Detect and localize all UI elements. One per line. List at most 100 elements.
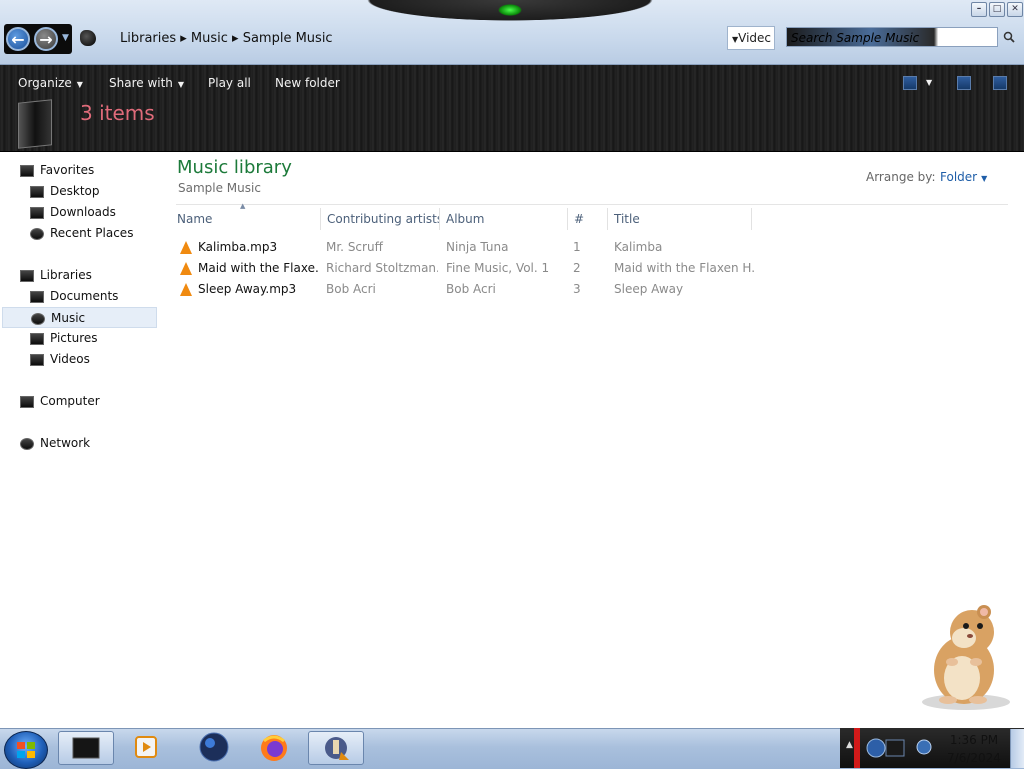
media-player-icon [135, 736, 157, 758]
organize-button[interactable]: Organize ▼ [18, 73, 83, 93]
network-icon [20, 437, 34, 450]
back-button[interactable]: ← [6, 27, 30, 51]
column-header-artists[interactable]: Contributing artists [321, 208, 440, 230]
library-title: Music library [177, 157, 292, 178]
taskbar-media-player-button[interactable] [120, 731, 176, 765]
file-name: Maid with the Flaxe... [198, 261, 318, 275]
forward-button[interactable]: → [34, 27, 58, 51]
nav-music[interactable]: Music [2, 307, 157, 328]
nav-libraries[interactable]: Libraries [20, 265, 92, 286]
nav-favorites[interactable]: Favorites [20, 160, 94, 181]
file-track: 1 [573, 240, 581, 254]
share-with-button[interactable]: Share with ▼ [109, 73, 184, 93]
file-name: Sleep Away.mp3 [198, 282, 297, 296]
pictures-icon [30, 332, 44, 345]
window-titlebar: – □ ✕ ← → ▼ Libraries ▸ Music ▸ Sample M… [0, 0, 1024, 65]
file-title: Sleep Away [614, 282, 684, 296]
theme-ornament [330, 0, 690, 26]
chevron-down-icon: ▼ [981, 174, 988, 183]
documents-icon [30, 290, 44, 303]
firefox-icon [261, 735, 287, 761]
file-name: Kalimba.mp3 [198, 240, 278, 254]
arrange-by-dropdown[interactable]: Folder ▼ [940, 170, 987, 184]
library-icon [80, 30, 96, 46]
nav-documents[interactable]: Documents [30, 286, 118, 307]
file-album: Bob Acri [446, 282, 496, 296]
preview-pane-icon[interactable] [957, 76, 971, 90]
column-header-title[interactable]: Title [608, 208, 752, 230]
tray-app-icon[interactable] [864, 734, 908, 762]
computer-icon [20, 395, 34, 408]
search-input[interactable]: Search Sample Music [786, 27, 998, 47]
vlc-file-icon [180, 241, 192, 254]
nav-network[interactable]: Network [20, 433, 90, 454]
help-icon[interactable] [993, 76, 1007, 90]
clock-time[interactable]: 1:36 PM [944, 733, 1004, 747]
hamster-desktop-pet-icon[interactable] [918, 600, 1018, 712]
file-album: Ninja Tuna [446, 240, 509, 254]
nav-recent-places[interactable]: Recent Places [30, 223, 133, 244]
file-track: 2 [573, 261, 581, 275]
vlc-file-icon [180, 262, 192, 275]
file-artist: Mr. Scruff [326, 240, 383, 254]
nav-desktop[interactable]: Desktop [30, 181, 100, 202]
column-header-album[interactable]: Album [440, 208, 568, 230]
music-icon [31, 312, 45, 325]
arrange-by-label: Arrange by: [866, 170, 936, 184]
nav-downloads[interactable]: Downloads [30, 202, 116, 223]
change-view-icon[interactable] [903, 76, 917, 90]
nav-computer[interactable]: Computer [20, 391, 100, 412]
taskbar-globe-button[interactable] [186, 731, 242, 765]
library-subtitle: Sample Music [178, 181, 261, 195]
tray-accent [854, 728, 860, 768]
column-header-name[interactable]: Name [171, 208, 321, 230]
new-folder-button[interactable]: New folder [275, 73, 340, 93]
file-album: Fine Music, Vol. 1 [446, 261, 550, 275]
taskbar-pet-button[interactable] [308, 731, 364, 765]
nav-pictures[interactable]: Pictures [30, 328, 98, 349]
file-artist: Bob Acri [326, 282, 376, 296]
file-artist: Richard Stoltzman... [326, 261, 438, 275]
folder-thumbnail-icon [18, 99, 52, 149]
file-title: Kalimba [614, 240, 663, 254]
chevron-down-icon: ▼ [76, 80, 83, 89]
column-header-track[interactable]: # [568, 208, 608, 230]
downloads-icon [30, 206, 44, 219]
pet-app-icon [325, 737, 349, 760]
item-count: 3 items [80, 101, 155, 125]
chevron-down-icon: ▼ [177, 80, 185, 89]
videos-icon [30, 353, 44, 366]
view-combo[interactable]: ▼Videc [727, 26, 775, 50]
file-title: Maid with the Flaxen H... [614, 261, 756, 275]
play-all-button[interactable]: Play all [208, 73, 251, 93]
show-hidden-icons-icon[interactable]: ▲ [846, 740, 853, 750]
header-divider [176, 204, 1008, 205]
recent-places-icon [30, 227, 44, 240]
address-bar[interactable]: Libraries ▸ Music ▸ Sample Music [120, 30, 333, 48]
file-row[interactable]: Kalimba.mp3 Mr. Scruff Ninja Tuna 1 Kali… [176, 237, 756, 258]
maximize-button[interactable]: □ [989, 2, 1005, 17]
close-button[interactable]: ✕ [1007, 2, 1023, 17]
recent-pages-dropdown-icon[interactable]: ▼ [62, 33, 69, 43]
nav-videos[interactable]: Videos [30, 349, 90, 370]
windows-logo-icon [17, 742, 35, 758]
minimize-button[interactable]: – [971, 2, 987, 17]
libraries-icon [20, 269, 34, 282]
file-track: 3 [573, 282, 581, 296]
star-icon [20, 164, 34, 177]
file-row[interactable]: Maid with the Flaxe... Richard Stoltzman… [176, 258, 756, 279]
file-row[interactable]: Sleep Away.mp3 Bob Acri Bob Acri 3 Sleep… [176, 279, 756, 300]
clock-date[interactable]: 7/6/2024 [944, 751, 1004, 765]
start-button[interactable] [4, 731, 48, 769]
view-options-dropdown-icon[interactable]: ▼ [926, 73, 932, 93]
search-icon[interactable] [1003, 31, 1015, 43]
vlc-file-icon [180, 283, 192, 296]
desktop-icon [30, 185, 44, 198]
taskbar-explorer-button[interactable] [58, 731, 114, 765]
explorer-icon [72, 737, 100, 759]
globe-icon [199, 732, 229, 762]
taskbar-firefox-button[interactable] [246, 731, 302, 765]
navigation-buttons: ← → ▼ [4, 24, 72, 54]
show-desktop-button[interactable] [1010, 729, 1024, 768]
volume-icon[interactable] [916, 737, 932, 757]
